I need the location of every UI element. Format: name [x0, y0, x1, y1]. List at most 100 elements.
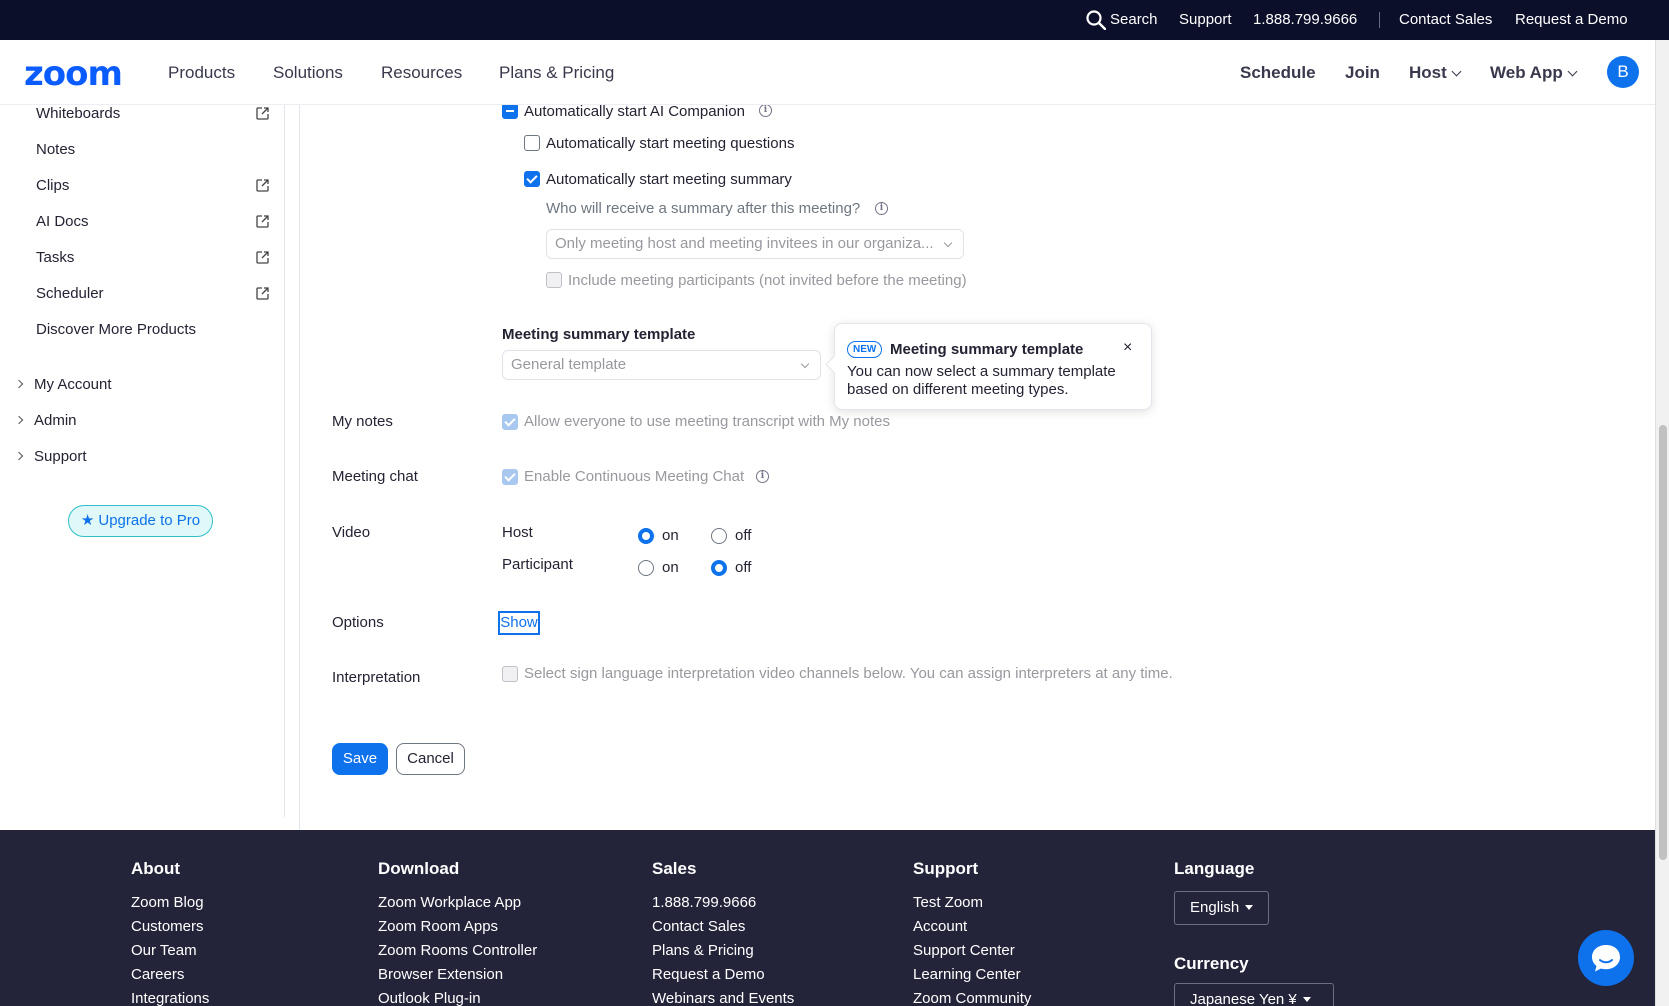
footer-link[interactable]: Learning Center [913, 966, 1021, 983]
chat-button[interactable] [1578, 930, 1634, 986]
nav-resources[interactable]: Resources [381, 40, 462, 105]
footer-link[interactable]: Plans & Pricing [652, 942, 754, 959]
footer-link[interactable]: Zoom Community [913, 990, 1031, 1006]
footer-link[interactable]: Zoom Blog [131, 894, 204, 911]
zoom-logo[interactable]: zoom [24, 54, 123, 94]
sidebar-group-my-account[interactable]: My Account [14, 376, 112, 393]
nav-schedule[interactable]: Schedule [1240, 40, 1316, 105]
sidebar-group-support[interactable]: Support [14, 448, 87, 465]
footer-link[interactable]: Integrations [131, 990, 209, 1006]
footer-link[interactable]: Careers [131, 966, 184, 983]
nav-plans-pricing[interactable]: Plans & Pricing [499, 40, 614, 105]
phone-link[interactable]: 1.888.799.9666 [1253, 0, 1357, 40]
meeting-questions-checkbox[interactable] [524, 135, 540, 151]
sidebar-item-clips[interactable]: Clips [36, 177, 69, 194]
external-link-icon [256, 215, 269, 228]
footer-link[interactable]: Account [913, 918, 967, 935]
star-icon: ★ [80, 512, 95, 529]
close-icon[interactable]: × [1123, 339, 1132, 357]
footer-link[interactable]: Contact Sales [652, 918, 745, 935]
include-participants-checkbox[interactable] [546, 272, 562, 288]
host-video-on-radio[interactable] [638, 528, 654, 544]
show-options-button[interactable]: Show [498, 611, 540, 635]
footer-language-heading: Language [1174, 859, 1255, 878]
language-value: English [1190, 899, 1240, 916]
tooltip-title: Meeting summary template [890, 341, 1084, 358]
top-utility-bar: Search Support 1.888.799.9666 Contact Sa… [0, 0, 1669, 40]
include-participants-label: Include meeting participants (not invite… [568, 272, 967, 289]
meeting-summary-label: Automatically start meeting summary [546, 171, 792, 188]
sidebar: Whiteboards Notes Clips AI Docs Tasks Sc… [0, 105, 285, 817]
footer-about-heading: About [131, 859, 181, 878]
nav-solutions[interactable]: Solutions [273, 40, 343, 105]
footer-link[interactable]: Support Center [913, 942, 1015, 959]
save-button[interactable]: Save [332, 743, 388, 775]
options-label: Options [332, 614, 384, 631]
footer-link[interactable]: Outlook Plug-in [378, 990, 481, 1006]
sidebar-item-notes[interactable]: Notes [36, 141, 75, 158]
sidebar-item-whiteboards[interactable]: Whiteboards [36, 105, 120, 122]
my-notes-checkbox[interactable] [502, 414, 518, 430]
footer-link[interactable]: 1.888.799.9666 [652, 894, 756, 911]
content-divider [299, 105, 300, 830]
ai-companion-checkbox[interactable] [502, 103, 518, 119]
footer-link[interactable]: Test Zoom [913, 894, 983, 911]
footer-sales-heading: Sales [652, 859, 697, 878]
sidebar-item-scheduler[interactable]: Scheduler [36, 285, 104, 302]
sidebar-group-admin[interactable]: Admin [14, 412, 77, 429]
meeting-chat-value: Enable Continuous Meeting Chat [524, 468, 745, 485]
scrollbar-thumb[interactable] [1659, 425, 1667, 860]
participant-video-on-radio[interactable] [638, 560, 654, 576]
footer-link[interactable]: Browser Extension [378, 966, 503, 983]
footer-link[interactable]: Our Team [131, 942, 197, 959]
footer-link[interactable]: Zoom Room Apps [378, 918, 498, 935]
search-icon[interactable] [1086, 10, 1106, 30]
radio-off-label: off [735, 527, 752, 544]
request-demo-link[interactable]: Request a Demo [1515, 0, 1628, 40]
footer-link[interactable]: Zoom Workplace App [378, 894, 521, 911]
chevron-down-icon [1451, 66, 1462, 77]
chevron-right-icon [14, 415, 24, 425]
external-link-icon [256, 251, 269, 264]
participant-video-off-radio[interactable] [711, 560, 727, 576]
nav-join[interactable]: Join [1345, 40, 1380, 105]
footer-link[interactable]: Webinars and Events [652, 990, 794, 1006]
meeting-questions-label: Automatically start meeting questions [546, 135, 795, 152]
sidebar-item-discover-more[interactable]: Discover More Products [36, 321, 196, 338]
summary-recipient-select[interactable]: Only meeting host and meeting invitees i… [546, 229, 964, 259]
interpretation-label: Interpretation [332, 669, 421, 686]
footer-link[interactable]: Request a Demo [652, 966, 765, 983]
footer-link[interactable]: Zoom Rooms Controller [378, 942, 537, 959]
meeting-chat-checkbox[interactable] [502, 469, 518, 485]
template-select[interactable]: General template [502, 350, 821, 380]
upgrade-to-pro-button[interactable]: ★ Upgrade to Pro [68, 505, 213, 537]
page-scrollbar[interactable] [1655, 40, 1669, 1006]
avatar[interactable]: B [1607, 56, 1639, 88]
summary-recipient-question: Who will receive a summary after this me… [546, 200, 861, 217]
interpretation-value: Select sign language interpretation vide… [524, 665, 1173, 682]
interpretation-checkbox[interactable] [502, 666, 518, 682]
new-badge: NEW [847, 341, 883, 358]
nav-host[interactable]: Host [1409, 40, 1462, 105]
currency-select[interactable]: Japanese Yen ¥ [1174, 983, 1334, 1006]
sidebar-item-tasks[interactable]: Tasks [36, 249, 74, 266]
footer-currency-heading: Currency [1174, 954, 1249, 973]
sidebar-item-ai-docs[interactable]: AI Docs [36, 213, 89, 230]
language-select[interactable]: English [1174, 891, 1269, 925]
nav-web-app[interactable]: Web App [1490, 40, 1578, 105]
info-icon[interactable]: i [759, 104, 772, 117]
external-link-icon [256, 287, 269, 300]
info-icon[interactable]: i [875, 202, 888, 215]
contact-sales-link[interactable]: Contact Sales [1399, 0, 1492, 40]
chevron-right-icon [14, 451, 24, 461]
host-video-off-radio[interactable] [711, 528, 727, 544]
footer-link[interactable]: Customers [131, 918, 204, 935]
search-link[interactable]: Search [1110, 0, 1158, 40]
info-icon[interactable]: i [756, 470, 769, 483]
radio-off-label: off [735, 559, 752, 576]
cancel-button[interactable]: Cancel [396, 743, 465, 775]
nav-products[interactable]: Products [168, 40, 235, 105]
meeting-summary-checkbox[interactable] [524, 171, 540, 187]
support-link[interactable]: Support [1179, 0, 1232, 40]
upgrade-label: Upgrade to Pro [98, 512, 201, 529]
